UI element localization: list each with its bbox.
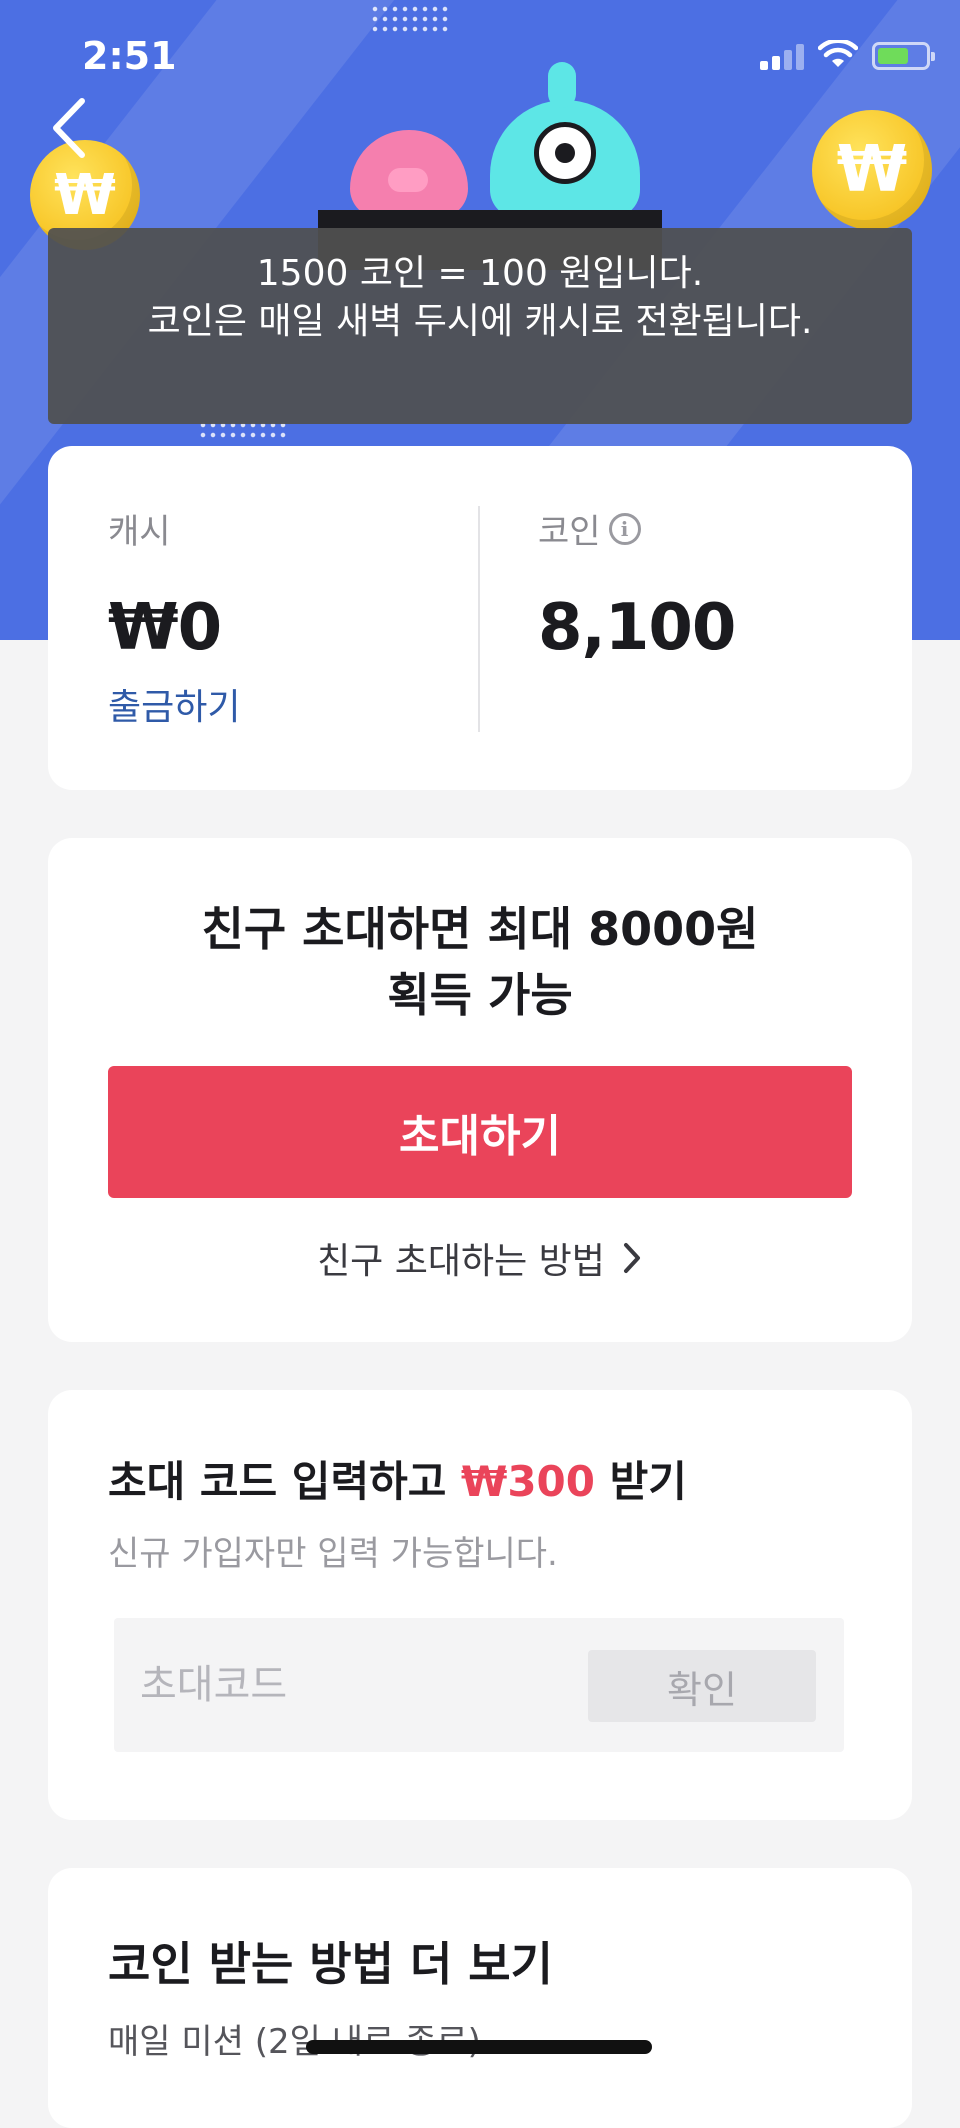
cash-balance: 캐시 ₩0 <box>108 504 222 665</box>
invite-card: 친구 초대하면 최대 8000원 획득 가능 초대하기 친구 초대하는 방법 <box>48 838 912 1342</box>
tooltip-line-2: 코인은 매일 새벽 두시에 캐시로 전환됩니다. <box>147 301 813 342</box>
chevron-right-icon <box>623 1243 640 1273</box>
cash-value: ₩0 <box>108 591 222 665</box>
invite-howto-label: 친구 초대하는 방법 <box>317 1241 605 1282</box>
signal-icon <box>760 44 804 70</box>
tooltip-line-1: 1500 코인 = 100 원입니다. <box>256 253 704 294</box>
coin-label-row: 코인 i <box>538 504 735 553</box>
more-ways-card: 코인 받는 방법 더 보기 매일 미션 (2일 내로 종료) <box>48 1868 912 2128</box>
back-button[interactable] <box>48 95 108 165</box>
balance-divider <box>478 506 480 732</box>
status-icons <box>760 40 935 70</box>
wifi-icon <box>818 40 858 67</box>
reward-amount: ₩300 <box>461 1457 595 1506</box>
daily-mission-label[interactable]: 매일 미션 (2일 내로 종료) <box>108 2014 481 2063</box>
pig-character <box>350 130 468 218</box>
info-icon[interactable]: i <box>608 512 641 545</box>
coin-label: 코인 <box>538 512 601 552</box>
balance-card: 캐시 ₩0 출금하기 코인 i 8,100 <box>48 446 912 790</box>
coin-info-tooltip: 1500 코인 = 100 원입니다. 코인은 매일 새벽 두시에 캐시로 전환… <box>48 228 912 424</box>
confirm-button[interactable]: 확인 <box>588 1650 816 1722</box>
back-arrow-icon <box>53 98 85 158</box>
status-time: 2:51 <box>82 34 177 78</box>
invite-title: 친구 초대하면 최대 8000원 획득 가능 <box>48 896 912 1028</box>
cash-label: 캐시 <box>108 512 171 552</box>
invite-code-form: 확인 <box>114 1618 844 1752</box>
blob-character <box>490 62 640 218</box>
battery-icon <box>872 42 935 70</box>
withdraw-link[interactable]: 출금하기 <box>108 678 240 730</box>
invite-code-card: 초대 코드 입력하고 ₩300 받기 신규 가입자만 입력 가능합니다. 확인 <box>48 1390 912 1820</box>
coin-balance: 코인 i 8,100 <box>538 504 736 665</box>
status-bar: 2:51 <box>0 0 960 110</box>
coin-value: 8,100 <box>538 591 736 665</box>
home-indicator <box>306 2040 652 2054</box>
invite-howto-link[interactable]: 친구 초대하는 방법 <box>48 1232 912 1284</box>
invite-code-subtitle: 신규 가입자만 입력 가능합니다. <box>108 1534 558 1574</box>
invite-title-line-1: 친구 초대하면 최대 8000원 <box>201 902 759 956</box>
coin-icon: ₩ <box>812 110 932 230</box>
invite-code-input[interactable] <box>138 1642 558 1728</box>
invite-button[interactable]: 초대하기 <box>108 1066 852 1198</box>
more-ways-title: 코인 받는 방법 더 보기 <box>108 1937 553 1991</box>
invite-title-line-2: 획득 가능 <box>387 968 573 1022</box>
invite-code-title: 초대 코드 입력하고 ₩300 받기 <box>108 1457 687 1506</box>
